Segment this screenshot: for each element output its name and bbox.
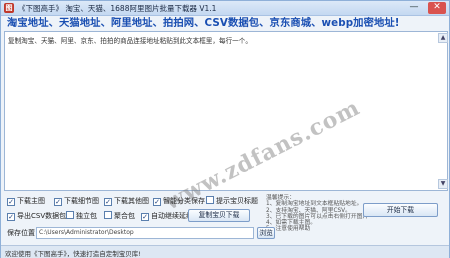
checkbox-unchecked-icon[interactable] (66, 211, 74, 219)
status-bar: 欢迎使用《下图高手》，快速打造自定制宝贝库! (1, 245, 449, 258)
supported-sources-banner: 淘宝地址、天猫地址、阿里地址、拍拍网、CSV数据包、京东商城、webp加密地址! (7, 17, 400, 29)
checkbox-checked-icon[interactable]: ✓ (104, 198, 112, 206)
option-merged-package[interactable]: 聚合包 (104, 210, 135, 222)
option-standalone-package[interactable]: 独立包 (66, 210, 97, 222)
tip-line: 1、复制淘宝地址到文本框粘贴地址。 (266, 201, 363, 208)
title-bar: 图 《下图高手》 淘宝、天猫、1688阿里图片批量下载器 V1.1 — ✕ (1, 1, 449, 16)
status-message: 欢迎使用《下图高手》，快速打造自定制宝贝库! (5, 250, 141, 258)
option-download-detail[interactable]: ✓ 下载细节图 (54, 195, 99, 207)
option-export-csv[interactable]: ✓ 导出CSV数据包 (7, 210, 66, 222)
checkbox-unchecked-icon[interactable] (206, 196, 214, 204)
save-path-input[interactable]: C:\Users\Administrator\Desktop (36, 227, 254, 239)
checkbox-checked-icon[interactable]: ✓ (141, 213, 149, 221)
option-show-title[interactable]: 提示宝贝标题 (206, 195, 258, 207)
browse-button[interactable]: 浏览 (257, 227, 275, 239)
app-icon: 图 (4, 3, 14, 13)
option-download-other[interactable]: ✓ 下载其他图 (104, 195, 149, 207)
scroll-down-arrow-icon[interactable]: ▼ (438, 179, 448, 189)
checkbox-checked-icon[interactable]: ✓ (7, 213, 15, 221)
tip-line: 5、注意使用帮助 (266, 226, 311, 233)
option-smart-sort[interactable]: ✓ 智能分类保存 (153, 195, 205, 207)
url-input-textarea[interactable]: 复制淘宝、天猫、阿里、京东、拍拍的商品连接地址粘贴到此文本框里，每行一个。 ww… (4, 31, 448, 215)
app-window: 图 《下图高手》 淘宝、天猫、1688阿里图片批量下载器 V1.1 — ✕ 淘宝… (0, 0, 450, 258)
checkbox-unchecked-icon[interactable] (104, 211, 112, 219)
tips-panel: 温馨提示： 1、复制淘宝地址到文本框粘贴地址。 2、支持淘宝、天猫、阿里CSV。… (266, 195, 368, 233)
start-download-button[interactable]: 开始下载 (363, 203, 438, 217)
url-input-hint: 复制淘宝、天猫、阿里、京东、拍拍的商品连接地址粘贴到此文本框里，每行一个。 (8, 37, 252, 45)
option-download-main[interactable]: ✓ 下载主图 (7, 195, 45, 207)
checkbox-checked-icon[interactable]: ✓ (7, 198, 15, 206)
checkbox-checked-icon[interactable]: ✓ (153, 198, 161, 206)
option-auto-continue[interactable]: ✓ 自动继续延续 (141, 210, 193, 222)
paste-download-button[interactable]: 复制宝贝下载 (188, 209, 250, 222)
tip-line: 2、支持淘宝、天猫、阿里CSV。 (266, 207, 351, 214)
close-button[interactable]: ✕ (428, 2, 446, 14)
checkbox-checked-icon[interactable]: ✓ (54, 198, 62, 206)
scroll-up-arrow-icon[interactable]: ▲ (438, 33, 448, 43)
window-title: 《下图高手》 淘宝、天猫、1688阿里图片批量下载器 V1.1 (18, 4, 217, 13)
minimize-button[interactable]: — (405, 2, 423, 14)
